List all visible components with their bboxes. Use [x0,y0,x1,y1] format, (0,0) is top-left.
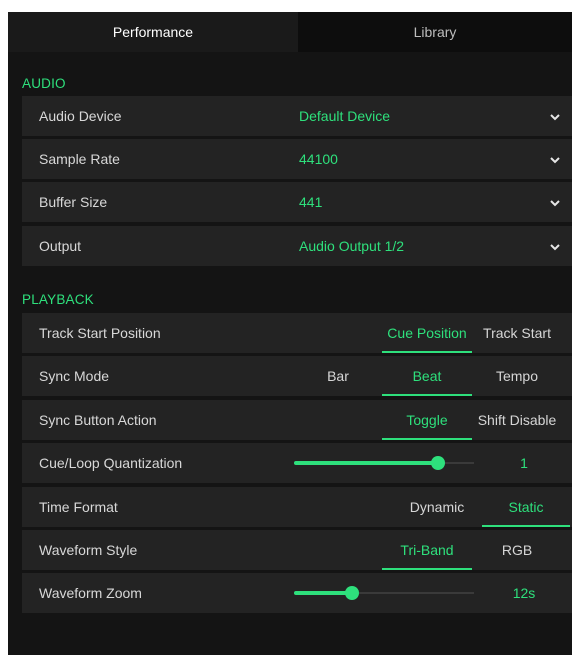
slider-knob[interactable] [344,586,359,600]
option-toggle[interactable]: Toggle [382,400,472,440]
time-format-label: Time Format [39,499,118,515]
waveform-zoom-value: 12s [512,585,536,601]
option-tempo[interactable]: Tempo [472,356,562,396]
sync-mode-label: Sync Mode [39,368,110,384]
tab-bar: Performance Library [8,12,572,52]
track-start-position-row: Track Start Position Cue Position Track … [22,313,572,353]
option-dynamic[interactable]: Dynamic [392,487,482,527]
playback-section-title: PLAYBACK [22,292,94,307]
buffer-size-value: 441 [299,194,323,210]
sync-button-action-label: Sync Button Action [39,412,157,428]
sample-rate-label: Sample Rate [39,151,120,167]
waveform-style-label: Waveform Style [39,542,138,558]
waveform-zoom-row: Waveform Zoom 12s [22,573,572,613]
output-label: Output [39,238,82,254]
sample-rate-dropdown[interactable]: Sample Rate 44100 [22,139,572,179]
sample-rate-value: 44100 [299,151,338,167]
chevron-down-icon [550,114,560,121]
cue-loop-quantization-value: 1 [520,455,528,471]
option-beat[interactable]: Beat [382,356,472,396]
option-cue-position[interactable]: Cue Position [382,313,472,353]
option-track-start[interactable]: Track Start [472,313,562,353]
sync-mode-row: Sync Mode Bar Beat Tempo [22,356,572,396]
option-bar[interactable]: Bar [294,356,382,396]
buffer-size-dropdown[interactable]: Buffer Size 441 [22,182,572,222]
waveform-style-row: Waveform Style Tri-Band RGB [22,530,572,570]
buffer-size-label: Buffer Size [39,194,108,210]
option-shift-disable[interactable]: Shift Disable [472,400,562,440]
slider-fill [294,591,352,595]
slider-knob[interactable] [431,456,445,470]
audio-section-title: AUDIO [22,76,66,91]
chevron-down-icon [550,244,560,251]
cue-loop-quantization-row: Cue/Loop Quantization 1 [22,443,572,483]
audio-device-dropdown[interactable]: Audio Device Default Device [22,96,572,136]
slider-fill [294,461,438,465]
audio-device-label: Audio Device [39,108,122,124]
track-start-position-label: Track Start Position [39,325,161,341]
time-format-row: Time Format Dynamic Static [22,487,572,527]
tab-library[interactable]: Library [298,12,572,52]
option-static[interactable]: Static [482,487,570,527]
cue-loop-quantization-slider[interactable] [294,443,474,483]
waveform-zoom-label: Waveform Zoom [39,585,142,601]
option-tri-band[interactable]: Tri-Band [382,530,472,570]
option-rgb[interactable]: RGB [472,530,562,570]
waveform-zoom-slider[interactable] [294,573,474,613]
tab-performance[interactable]: Performance [8,12,298,52]
settings-panel: Performance Library AUDIO Audio Device D… [8,12,572,655]
sync-button-action-row: Sync Button Action Toggle Shift Disable [22,400,572,440]
chevron-down-icon [550,157,560,164]
output-dropdown[interactable]: Output Audio Output 1/2 [22,226,572,266]
output-value: Audio Output 1/2 [299,238,405,254]
audio-device-value: Default Device [299,108,391,124]
chevron-down-icon [550,200,560,207]
cue-loop-quantization-label: Cue/Loop Quantization [39,455,183,471]
